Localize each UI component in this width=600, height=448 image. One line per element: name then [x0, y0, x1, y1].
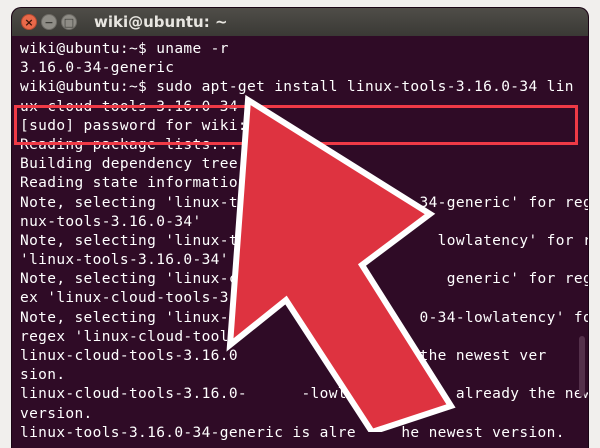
terminal-line: nux-tools-3.16.0-34' [20, 213, 202, 230]
terminal-output[interactable]: wiki@ubuntu:~$ uname -r 3.16.0-34-generic… [12, 36, 588, 448]
terminal-line: Note, selecting 'linux-cl 0-34-lowlatenc… [20, 309, 588, 326]
maximize-button[interactable]: □ [61, 14, 77, 30]
terminal-line: linux-tools-3.16.0-34-generic is alre he… [20, 424, 565, 441]
terminal-line: linux-cloud-tools-3.16.0 lready the newe… [20, 348, 547, 364]
terminal-line: sion. [20, 367, 66, 384]
terminal-line: 'linux-tools-3.16.0-34' [20, 252, 229, 269]
close-button[interactable]: × [21, 14, 37, 30]
window-title: wiki@ubuntu: ~ [94, 13, 228, 31]
terminal-line: Note, selecting 'linux-too -34-generic' … [20, 194, 588, 211]
scrollbar[interactable] [579, 336, 585, 396]
terminal-line: Building dependency tree [20, 156, 238, 173]
terminal-line: ex 'linux-cloud-tools-3.1 [20, 290, 247, 307]
terminal-line: Reading package lists... [20, 136, 238, 153]
title-bar[interactable]: × − □ wiki@ubuntu: ~ [12, 8, 588, 36]
terminal-line: wiki@ubuntu:~$ sudo apt-get install linu… [20, 79, 574, 96]
terminal-line: regex 'linux-cloud-tools- [20, 328, 247, 345]
terminal-line: version. [20, 405, 93, 422]
terminal-line: Reading state information [20, 175, 247, 192]
terminal-lines: wiki@ubuntu:~$ uname -r 3.16.0-34-generic… [20, 40, 588, 443]
terminal-window: × − □ wiki@ubuntu: ~ wiki@ubuntu:~$ unam… [12, 8, 588, 448]
terminal-line: 3.16.0-34-generic [20, 60, 175, 77]
terminal-line: [sudo] password for wiki: [20, 117, 247, 134]
terminal-line: Note, selecting 'linux-too lowlatency' f… [20, 232, 588, 249]
terminal-line: Note, selecting 'linux-cl generic' for r… [20, 271, 588, 288]
terminal-line: ux-cloud-tools-3.16.0-34 [20, 98, 238, 115]
terminal-line: wiki@ubuntu:~$ uname -r [20, 41, 229, 57]
terminal-line: linux-cloud-tools-3.16.0- -lowlater alre… [20, 386, 588, 403]
minimize-button[interactable]: − [41, 14, 57, 30]
